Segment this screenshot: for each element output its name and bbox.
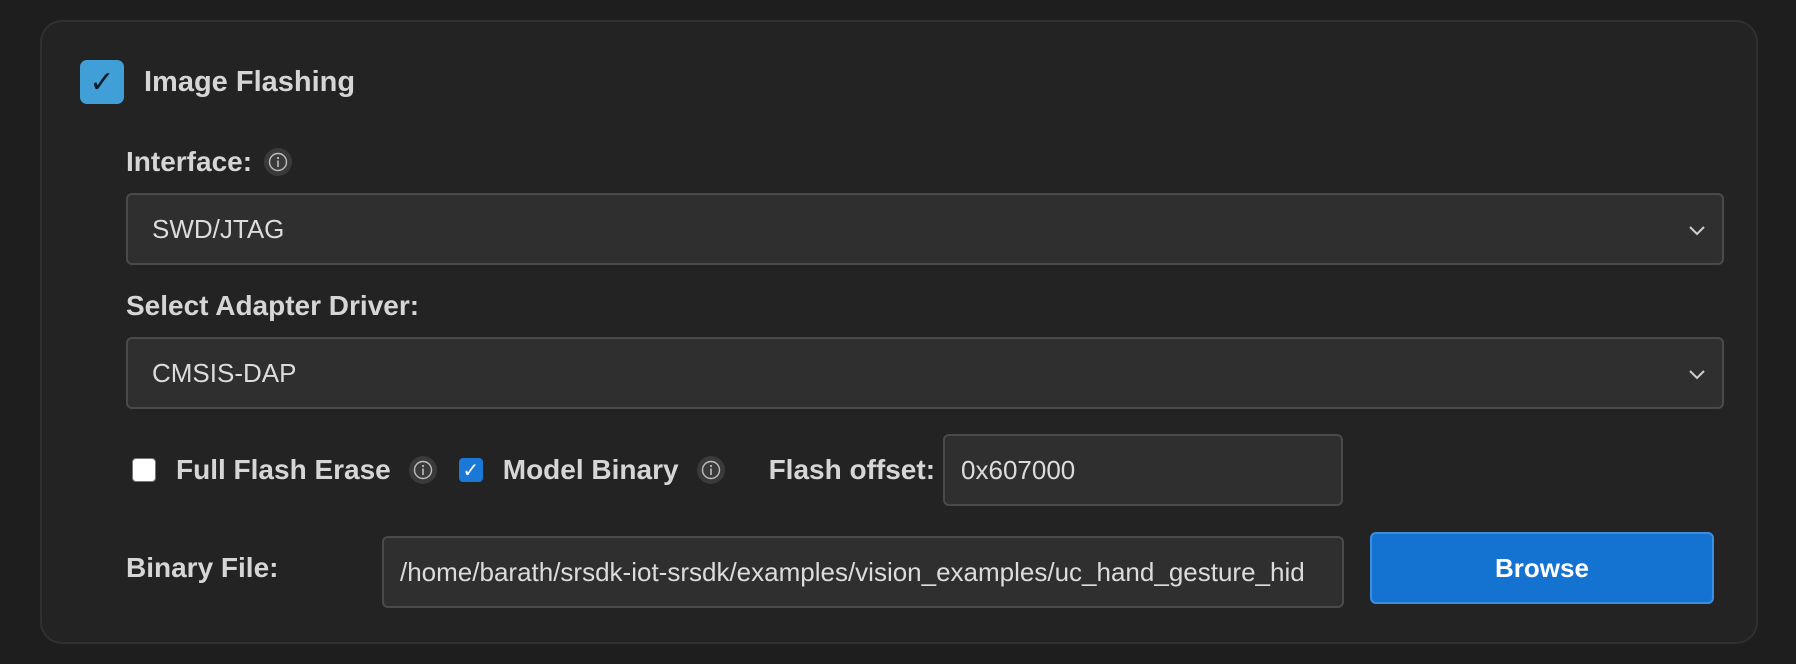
image-flashing-checkbox[interactable]: ✓	[80, 60, 124, 104]
flash-offset-input[interactable]: 0x607000	[943, 434, 1344, 506]
full-flash-erase-checkbox[interactable]	[132, 458, 156, 482]
browse-button-label: Browse	[1495, 552, 1589, 583]
binary-file-label: Binary File:	[126, 552, 279, 583]
interface-select[interactable]: SWD/JTAG	[126, 193, 1724, 265]
adapter-driver-select[interactable]: CMSIS-DAP	[126, 337, 1724, 409]
binary-file-path: /home/barath/srsdk-iot-srsdk/examples/vi…	[400, 556, 1305, 587]
flash-offset-value: 0x607000	[961, 454, 1076, 485]
checkmark-icon: ✓	[462, 459, 480, 482]
interface-label-row: Interface:	[126, 146, 293, 178]
adapter-select-value: CMSIS-DAP	[152, 357, 297, 388]
interface-select-value: SWD/JTAG	[152, 213, 285, 244]
binary-file-input[interactable]: /home/barath/srsdk-iot-srsdk/examples/vi…	[382, 536, 1344, 608]
section-header: ✓ Image Flashing	[80, 60, 355, 104]
model-binary-checkbox[interactable]: ✓	[458, 458, 483, 482]
binary-file-label-row: Binary File:	[126, 552, 278, 584]
model-binary-label: Model Binary	[502, 454, 679, 485]
adapter-label: Select Adapter Driver:	[126, 290, 420, 321]
image-flashing-panel: ✓ Image Flashing Interface: SWD/JTAG Sel…	[40, 20, 1758, 644]
chevron-down-icon	[1689, 370, 1705, 380]
full-flash-erase-label: Full Flash Erase	[176, 454, 391, 485]
flash-offset-label: Flash offset:	[768, 454, 936, 485]
interface-label: Interface:	[126, 146, 253, 177]
info-circle-icon[interactable]	[696, 456, 725, 484]
adapter-label-row: Select Adapter Driver:	[126, 290, 419, 322]
info-circle-icon[interactable]	[408, 456, 437, 484]
checkmark-icon: ✓	[89, 65, 115, 99]
section-title: Image Flashing	[144, 65, 356, 98]
info-circle-icon[interactable]	[264, 148, 293, 176]
browse-button[interactable]: Browse	[1370, 532, 1714, 604]
chevron-down-icon	[1689, 226, 1705, 236]
options-row: Full Flash Erase ✓ Model Binary Flash of…	[132, 434, 1344, 506]
